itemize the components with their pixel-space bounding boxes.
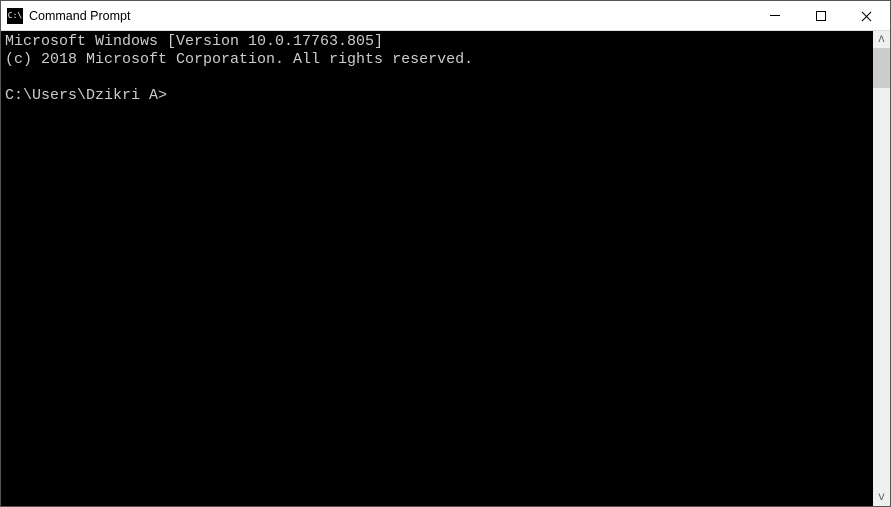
scroll-up-button[interactable]: ᐱ (873, 31, 890, 48)
cmd-icon: C:\ (7, 8, 23, 24)
titlebar[interactable]: C:\ Command Prompt (1, 1, 890, 31)
close-button[interactable] (844, 1, 890, 30)
vertical-scrollbar[interactable]: ᐱ ᐯ (873, 31, 890, 506)
terminal-output[interactable]: Microsoft Windows [Version 10.0.17763.80… (1, 31, 873, 506)
client-area: Microsoft Windows [Version 10.0.17763.80… (1, 31, 890, 506)
scroll-down-button[interactable]: ᐯ (873, 489, 890, 506)
chevron-down-icon: ᐯ (878, 492, 884, 503)
command-prompt-window: C:\ Command Prompt Microsoft Windows [Ve… (0, 0, 891, 507)
minimize-icon (770, 15, 780, 16)
copyright-line: (c) 2018 Microsoft Corporation. All righ… (5, 51, 473, 68)
maximize-button[interactable] (798, 1, 844, 30)
window-controls (752, 1, 890, 30)
window-title: Command Prompt (29, 9, 752, 23)
maximize-icon (816, 11, 826, 21)
chevron-up-icon: ᐱ (878, 34, 884, 45)
version-line: Microsoft Windows [Version 10.0.17763.80… (5, 33, 383, 50)
scrollbar-thumb[interactable] (873, 48, 890, 88)
minimize-button[interactable] (752, 1, 798, 30)
close-icon (861, 10, 873, 22)
prompt-line: C:\Users\Dzikri A> (5, 87, 167, 104)
scrollbar-track[interactable] (873, 48, 890, 489)
